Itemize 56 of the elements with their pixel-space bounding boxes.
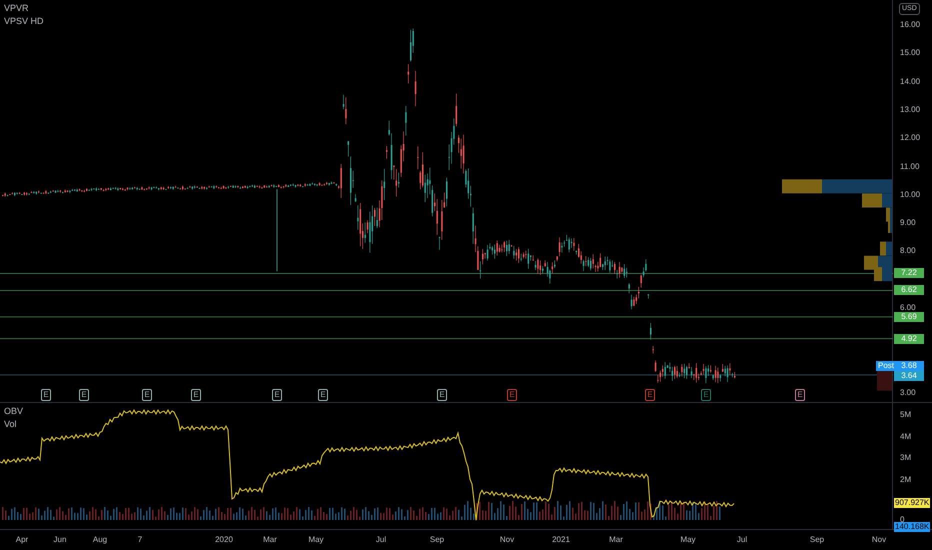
time-tick-label: May (680, 535, 696, 545)
price-tick-label: 8.00 (900, 246, 916, 256)
price-label: 3.68 (894, 361, 924, 371)
price-label: 7.22 (894, 268, 924, 278)
time-tick-label: Sep (430, 535, 444, 545)
price-tick-label: 6.00 (900, 303, 916, 313)
price-tick-label: 15.00 (900, 48, 920, 58)
earnings-marker[interactable]: E (272, 389, 282, 401)
price-tick-label: 3.00 (900, 388, 916, 398)
volume-tick-label: 4M (900, 432, 912, 442)
time-tick-label: Jul (376, 535, 386, 545)
time-tick-label: Jul (736, 535, 748, 545)
earnings-marker[interactable]: E (79, 389, 89, 401)
volume-tick-label: 5M (900, 410, 912, 420)
earnings-marker[interactable]: E (437, 389, 447, 401)
price-label: 3.64 (894, 371, 924, 381)
time-tick-label: Jun (54, 535, 66, 545)
time-tick-label: Nov (872, 535, 886, 545)
time-tick-label: Nov (500, 535, 514, 545)
time-tick-label: May (308, 535, 324, 545)
earnings-marker[interactable]: E (318, 389, 328, 401)
time-tick-label: 7 (138, 535, 142, 545)
price-label: 6.62 (894, 285, 924, 295)
earnings-marker[interactable]: E (795, 389, 805, 401)
price-tick-label: 12.00 (900, 133, 920, 144)
price-tick-label: 13.00 (900, 104, 920, 115)
earnings-marker[interactable]: E (701, 389, 711, 401)
price-tick-label: 16.00 (900, 20, 920, 30)
price-label: 5.69 (894, 312, 924, 322)
earnings-marker[interactable]: E (41, 389, 51, 401)
earnings-marker[interactable]: E (645, 389, 655, 401)
price-tick-label: 14.00 (900, 76, 920, 87)
indicator-label: OBV (4, 405, 24, 418)
earnings-marker[interactable]: E (507, 389, 517, 401)
indicator-label: Vol (4, 418, 18, 431)
value-label: 907.927K (894, 498, 930, 508)
price-tick-label: 10.00 (900, 190, 920, 200)
post-market-badge: Post (876, 361, 896, 371)
volume-tick-label: 3M (900, 453, 912, 463)
price-tick-label: 9.00 (900, 218, 916, 228)
volume-tick-label: 2M (900, 475, 912, 485)
time-tick-label: Mar (609, 535, 623, 545)
earnings-marker[interactable]: E (191, 389, 201, 401)
time-tick-label: Apr (16, 535, 28, 545)
earnings-marker[interactable]: E (142, 389, 152, 401)
time-tick-label: 2020 (215, 535, 233, 545)
symbol-label: VPVR (4, 2, 30, 15)
time-tick-label: 2021 (552, 535, 570, 545)
time-tick-label: Mar (263, 535, 277, 545)
value-label: 140.168K (894, 522, 930, 532)
indicator-label: VPSV HD (4, 15, 44, 28)
volume-tick-label: 0 (900, 515, 904, 524)
price-tick-label: 11.00 (900, 162, 920, 172)
price-label: 4.92 (894, 334, 924, 344)
time-tick-label: Aug (92, 535, 108, 545)
time-tick-label: Sep (810, 535, 824, 545)
